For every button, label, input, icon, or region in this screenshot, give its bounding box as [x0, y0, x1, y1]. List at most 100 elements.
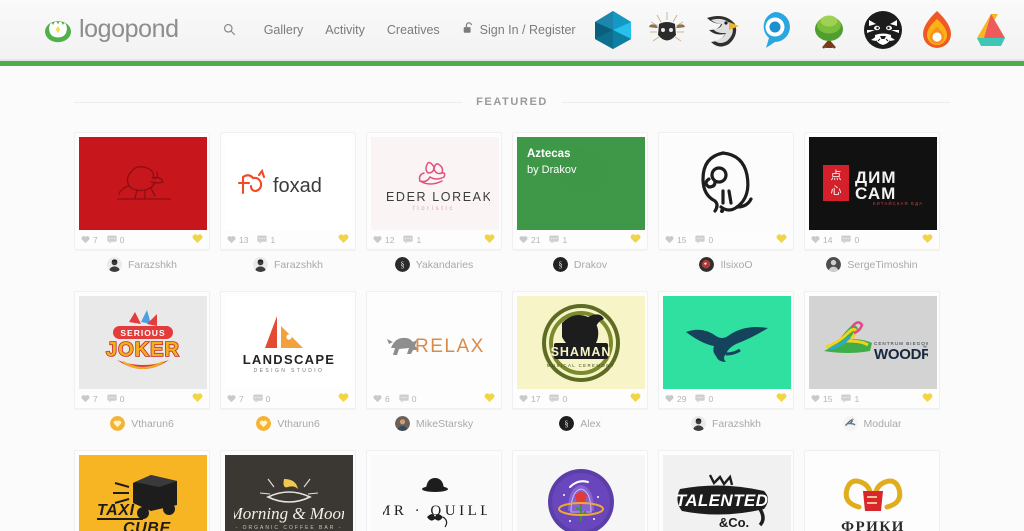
comment-stat[interactable]: 0 — [695, 390, 713, 408]
logo-card[interactable]: MR · QUILL — [366, 450, 502, 531]
logo-card[interactable]: 7 0 — [74, 132, 210, 250]
author-name[interactable]: MikeStarsky — [416, 418, 473, 430]
favorite-heart-icon[interactable] — [338, 231, 349, 249]
logo-card[interactable]: 点心 ДИМ САМ КИТАЙСКАЯ ЕДА 14 0 — [804, 132, 940, 250]
avatar[interactable] — [110, 416, 126, 431]
logo-card[interactable] — [512, 450, 648, 531]
author-name[interactable]: Farazshkh — [274, 259, 323, 271]
author-name[interactable]: Farazshkh — [712, 418, 761, 430]
like-stat[interactable]: 15 — [665, 231, 686, 249]
avatar[interactable] — [394, 416, 410, 431]
avatar[interactable]: § — [394, 257, 410, 272]
logo-thumbnail[interactable] — [79, 137, 207, 230]
logo-thumbnail[interactable]: 点心 ДИМ САМ КИТАЙСКАЯ ЕДА — [809, 137, 937, 230]
like-stat[interactable]: 14 — [811, 231, 832, 249]
author-name[interactable]: Modular — [864, 418, 902, 430]
logo-thumbnail[interactable]: TAXI CUBE — [79, 455, 207, 531]
bull-skull-logo-icon[interactable] — [641, 4, 693, 56]
tiger-head-logo-icon[interactable] — [857, 4, 909, 56]
logo-thumbnail[interactable]: TALENTED &Co. — [663, 455, 791, 531]
eagle-head-logo-icon[interactable] — [695, 4, 747, 56]
logo-hover-overlay[interactable]: Aztecas by Drakov — [517, 137, 645, 230]
location-pin-logo-icon[interactable] — [749, 4, 801, 56]
logo-thumbnail[interactable] — [517, 455, 645, 531]
nav-item-activity[interactable]: Activity — [314, 17, 376, 43]
favorite-heart-icon[interactable] — [776, 231, 787, 249]
like-stat[interactable]: 6 — [373, 390, 390, 408]
brand-logo[interactable]: logopond — [44, 15, 179, 44]
comment-stat[interactable]: 0 — [107, 231, 124, 249]
avatar[interactable] — [826, 257, 842, 272]
avatar[interactable]: § — [559, 416, 575, 431]
like-stat[interactable]: 17 — [519, 390, 540, 408]
avatar[interactable] — [699, 257, 715, 272]
favorite-heart-icon[interactable] — [192, 390, 203, 408]
like-stat[interactable]: 15 — [811, 390, 832, 408]
author-name[interactable]: IlsixoO — [720, 259, 752, 271]
search-icon[interactable] — [215, 15, 245, 45]
logo-thumbnail[interactable]: foxad — [225, 137, 353, 230]
like-stat[interactable]: 7 — [81, 390, 98, 408]
logo-thumbnail[interactable]: MR · QUILL — [371, 455, 499, 531]
logo-card[interactable]: TALENTED &Co. — [658, 450, 794, 531]
logo-card[interactable]: ФРИКИ — [804, 450, 940, 531]
logo-thumbnail[interactable]: SERIOUS JOKER — [79, 296, 207, 389]
favorite-heart-icon[interactable] — [484, 390, 495, 408]
avatar[interactable] — [106, 257, 122, 272]
author-name[interactable]: Yakandaries — [416, 259, 474, 271]
logo-card[interactable]: SHAMAN MUSICAL CEREMONY 17 0 — [512, 291, 648, 409]
avatar[interactable] — [842, 416, 858, 431]
avatar[interactable] — [252, 257, 268, 272]
avatar[interactable] — [690, 416, 706, 431]
flame-drop-logo-icon[interactable] — [911, 4, 963, 56]
triangle-drive-logo-icon[interactable] — [965, 4, 1017, 56]
logo-thumbnail[interactable]: Morning & Moon - ORGANIC COFFEE BAR - — [225, 455, 353, 531]
author-name[interactable]: Vtharun6 — [131, 418, 174, 430]
logo-thumbnail[interactable]: SHAMAN MUSICAL CEREMONY — [517, 296, 645, 389]
comment-stat[interactable]: 0 — [549, 390, 567, 408]
logo-thumbnail[interactable]: CENTRUM BIEGOWEWOODRUN™ — [809, 296, 937, 389]
sign-in-register-link[interactable]: Sign In / Register — [451, 16, 587, 43]
nav-item-gallery[interactable]: Gallery — [253, 17, 315, 43]
author-name[interactable]: Farazshkh — [128, 259, 177, 271]
logo-thumbnail[interactable]: LANDSCAPE DESIGN STUDIO — [225, 296, 353, 389]
favorite-heart-icon[interactable] — [484, 231, 495, 249]
comment-stat[interactable]: 0 — [107, 390, 124, 408]
comment-stat[interactable]: 1 — [841, 390, 859, 408]
logo-card[interactable]: foxad 13 1 — [220, 132, 356, 250]
favorite-heart-icon[interactable] — [922, 390, 933, 408]
logo-card[interactable]: 29 0 — [658, 291, 794, 409]
nav-item-creatives[interactable]: Creatives — [376, 17, 451, 43]
author-name[interactable]: Drakov — [574, 259, 607, 271]
like-stat[interactable]: 7 — [81, 231, 98, 249]
favorite-heart-icon[interactable] — [192, 231, 203, 249]
like-stat[interactable]: 7 — [227, 390, 244, 408]
logo-thumbnail[interactable] — [663, 137, 791, 230]
favorite-heart-icon[interactable] — [776, 390, 787, 408]
like-stat[interactable]: 13 — [227, 231, 248, 249]
author-name[interactable]: Vtharun6 — [277, 418, 320, 430]
logo-thumbnail[interactable]: RELAX — [371, 296, 499, 389]
logo-card[interactable]: TAXI CUBE — [74, 450, 210, 531]
comment-stat[interactable]: 0 — [399, 390, 416, 408]
logo-card[interactable]: RELAX 6 0 — [366, 291, 502, 409]
comment-stat[interactable]: 0 — [841, 231, 859, 249]
favorite-heart-icon[interactable] — [630, 390, 641, 408]
logo-card[interactable]: 15 0 — [658, 132, 794, 250]
logo-thumbnail[interactable]: ФРИКИ — [809, 455, 937, 531]
logo-thumbnail[interactable]: EDER LOREAK floristic — [371, 137, 499, 230]
logo-card[interactable]: LANDSCAPE DESIGN STUDIO 7 0 — [220, 291, 356, 409]
author-name[interactable]: Alex — [580, 418, 600, 430]
like-stat[interactable]: 21 — [519, 231, 540, 249]
hummingbird-logo-icon[interactable] — [1019, 4, 1024, 56]
like-stat[interactable]: 29 — [665, 390, 686, 408]
avatar[interactable]: § — [552, 257, 568, 272]
comment-stat[interactable]: 0 — [695, 231, 713, 249]
icosahedron-logo-icon[interactable] — [587, 4, 639, 56]
comment-stat[interactable]: 0 — [253, 390, 270, 408]
logo-card[interactable]: Morning & Moon - ORGANIC COFFEE BAR - — [220, 450, 356, 531]
logo-thumbnail[interactable]: AZTECAS Aztecas by Drakov — [517, 137, 645, 230]
avatar[interactable] — [256, 416, 272, 431]
favorite-heart-icon[interactable] — [630, 231, 641, 249]
green-tree-logo-icon[interactable] — [803, 4, 855, 56]
